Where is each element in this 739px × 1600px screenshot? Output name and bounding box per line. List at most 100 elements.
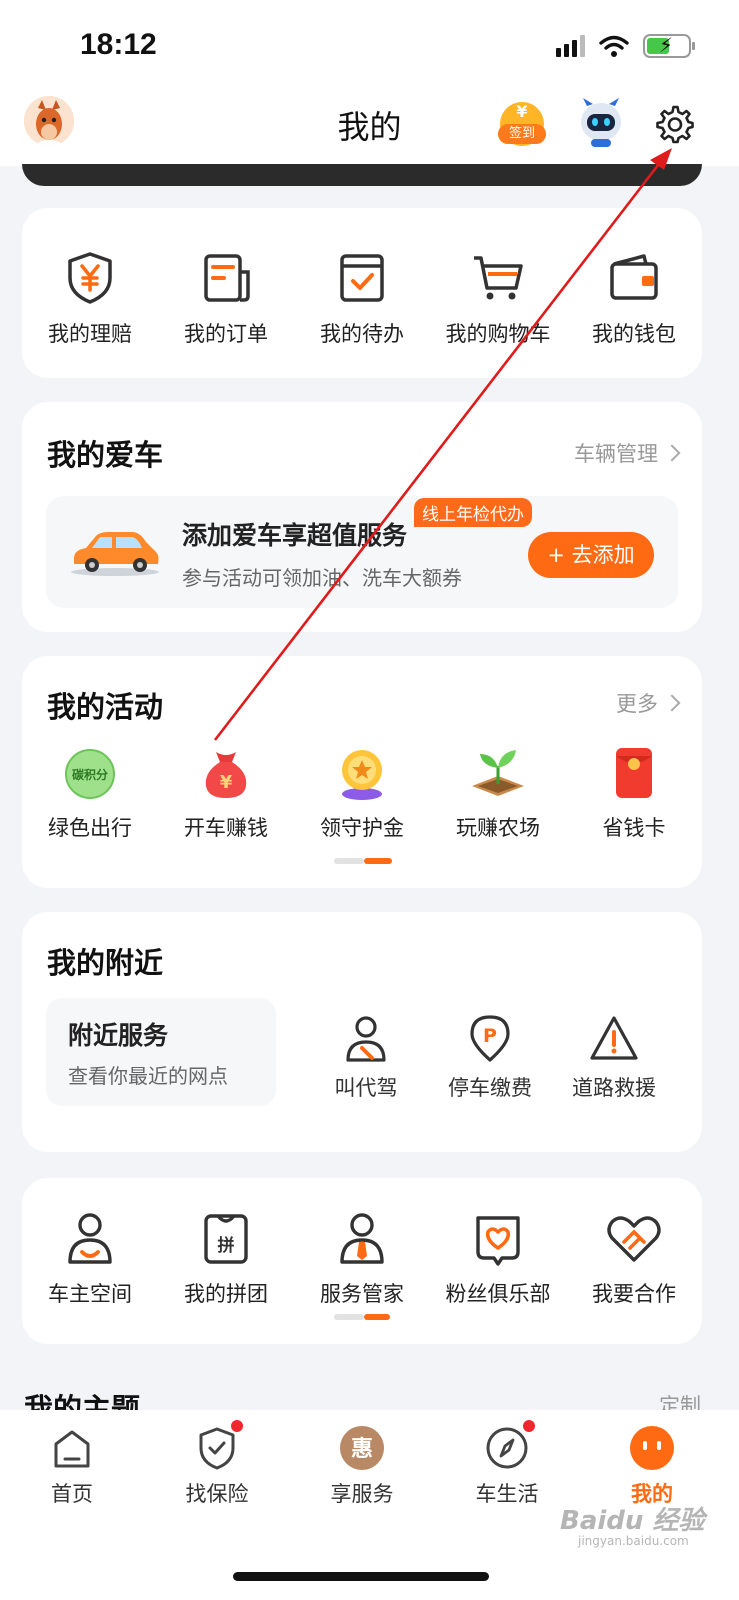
svg-text:碳积分: 碳积分	[72, 767, 108, 782]
add-car-promo[interactable]: 添加爱车享超值服务 参与活动可领加油、洗车大额券 线上年检代办 + 去添加	[46, 496, 678, 608]
vehicle-manage-link[interactable]: 车辆管理	[574, 438, 681, 468]
svg-text:¥: ¥	[220, 772, 233, 793]
shortcut-wallet[interactable]: 我的钱包	[566, 248, 702, 348]
nearby-box-title: 附近服务	[68, 1021, 169, 1050]
page-title: 我的	[337, 108, 402, 146]
sprout-icon	[472, 750, 524, 796]
chevron-right-icon	[663, 444, 681, 462]
tab-services[interactable]: 惠 享服务	[302, 1424, 422, 1508]
notification-dot	[229, 1418, 245, 1434]
services-page-indicator	[334, 1314, 392, 1320]
user-space-icon	[68, 1213, 112, 1264]
gold-medal-icon	[342, 750, 382, 800]
carbon-points-icon: 碳积分	[65, 749, 115, 799]
todo-check-icon	[340, 254, 384, 302]
sign-in-button[interactable]: ¥ 签到	[498, 102, 546, 146]
service-owner-space[interactable]: 车主空间	[22, 1208, 158, 1308]
service-label: 粉丝俱乐部	[445, 1282, 551, 1306]
nearby-title: 我的附近	[47, 946, 164, 980]
tab-car-life[interactable]: 车生活	[447, 1418, 567, 1508]
activity-savings-card[interactable]: 省钱卡	[566, 742, 702, 842]
shortcut-orders[interactable]: 我的订单	[158, 248, 294, 348]
warning-icon	[590, 1016, 638, 1060]
svg-text:拼: 拼	[218, 1235, 235, 1256]
tab-label: 车生活	[475, 1482, 539, 1506]
shortcut-label: 我的购物车	[445, 322, 551, 346]
activities-more-link[interactable]: 更多	[616, 688, 681, 718]
add-car-title: 添加爱车享超值服务	[182, 521, 408, 550]
tab-mine[interactable]: 我的	[592, 1424, 712, 1508]
red-envelope-icon	[616, 748, 652, 798]
shortcut-cart[interactable]: 我的购物车	[430, 248, 566, 348]
home-icon	[54, 1430, 90, 1468]
activity-drive-earn[interactable]: ¥ 开车赚钱	[158, 742, 294, 842]
shortcut-label: 我的待办	[320, 322, 404, 346]
mine-face-icon	[630, 1426, 674, 1470]
add-car-subtitle: 参与活动可领加油、洗车大额券	[182, 566, 462, 590]
status-bar: 18:12 ⚡	[0, 0, 739, 90]
service-cooperation[interactable]: 我要合作	[566, 1208, 702, 1308]
notification-dot	[521, 1418, 537, 1434]
shortcuts-card: 我的理赔 我的订单 我的待办 我的购物车 我的钱包	[22, 208, 702, 378]
nearby-label: 道路救援	[572, 1076, 656, 1100]
home-indicator[interactable]	[233, 1572, 489, 1581]
hui-icon: 惠	[340, 1426, 384, 1470]
activities-page-indicator	[334, 858, 392, 864]
service-label: 车主空间	[48, 1282, 132, 1306]
watermark-url: jingyan.baidu.com	[578, 1534, 689, 1548]
money-bag-icon: ¥	[205, 752, 247, 798]
shortcut-todo[interactable]: 我的待办	[294, 248, 430, 348]
activity-farm[interactable]: 玩赚农场	[430, 742, 566, 842]
more-services-card: 车主空间 拼 我的拼团 服务管家 粉丝俱乐部 我要合作	[22, 1178, 702, 1344]
tab-home[interactable]: 首页	[12, 1424, 132, 1508]
cart-icon	[474, 256, 523, 300]
activity-label: 绿色出行	[48, 816, 132, 840]
top-bar: 我的 ¥ 签到	[0, 90, 739, 166]
shortcut-claims[interactable]: 我的理赔	[22, 248, 158, 348]
service-label: 我的拼团	[184, 1282, 268, 1306]
driver-icon	[346, 1016, 386, 1062]
sign-in-coin-icon: ¥	[516, 102, 528, 121]
svg-text:P: P	[483, 1025, 497, 1047]
robot-assistant-icon[interactable]	[578, 98, 624, 148]
nearby-box-subtitle: 查看你最近的网点	[68, 1064, 228, 1088]
service-butler[interactable]: 服务管家	[294, 1208, 430, 1308]
add-car-button[interactable]: + 去添加	[528, 532, 654, 578]
status-icons: ⚡	[556, 33, 695, 58]
activity-label: 省钱卡	[602, 816, 666, 840]
my-car-card: 我的爱车 车辆管理 添加爱车享超值服务 参与活动可领加油、洗车大额券 线上年检代…	[22, 402, 702, 632]
sign-in-label: 签到	[498, 124, 546, 144]
inspection-tag: 线上年检代办	[414, 498, 532, 527]
service-fan-club[interactable]: 粉丝俱乐部	[430, 1208, 566, 1308]
shield-yen-icon	[68, 252, 112, 304]
nearby-road-rescue[interactable]: 道路救援	[552, 1012, 676, 1102]
parking-icon: P	[470, 1015, 510, 1062]
nearby-parking-fee[interactable]: P 停车缴费	[428, 1012, 552, 1102]
settings-gear-icon[interactable]	[655, 104, 695, 144]
service-label: 服务管家	[320, 1282, 404, 1306]
fan-club-icon	[476, 1216, 520, 1266]
banner-bottom-edge	[22, 164, 702, 186]
battery-icon: ⚡	[643, 33, 695, 58]
tab-insurance[interactable]: 找保险	[157, 1418, 277, 1508]
activity-label: 玩赚农场	[456, 816, 540, 840]
shortcut-label: 我的订单	[184, 322, 268, 346]
wallet-icon	[610, 254, 658, 300]
activities-card: 我的活动 更多 碳积分 绿色出行 ¥ 开车赚钱 领守护金 玩赚农场 省钱卡	[22, 656, 702, 888]
group-buy-icon: 拼	[204, 1214, 248, 1264]
nearby-designated-driver[interactable]: 叫代驾	[304, 1012, 428, 1102]
handshake-icon	[607, 1216, 661, 1262]
service-group-buy[interactable]: 拼 我的拼团	[158, 1208, 294, 1308]
tab-label: 首页	[51, 1482, 93, 1506]
activity-guard-gold[interactable]: 领守护金	[294, 742, 430, 842]
nearby-service-box[interactable]: 附近服务 查看你最近的网点	[46, 998, 276, 1106]
status-time: 18:12	[80, 28, 157, 61]
order-icon	[204, 254, 250, 302]
activity-label: 领守护金	[320, 816, 404, 840]
activity-label: 开车赚钱	[184, 816, 268, 840]
watermark-logo: Baidu 经验	[560, 1506, 705, 1536]
my-car-title: 我的爱车	[47, 438, 164, 472]
tab-label: 找保险	[185, 1482, 249, 1506]
orange-car-icon	[71, 532, 159, 576]
activity-green-travel[interactable]: 碳积分 绿色出行	[22, 742, 158, 842]
